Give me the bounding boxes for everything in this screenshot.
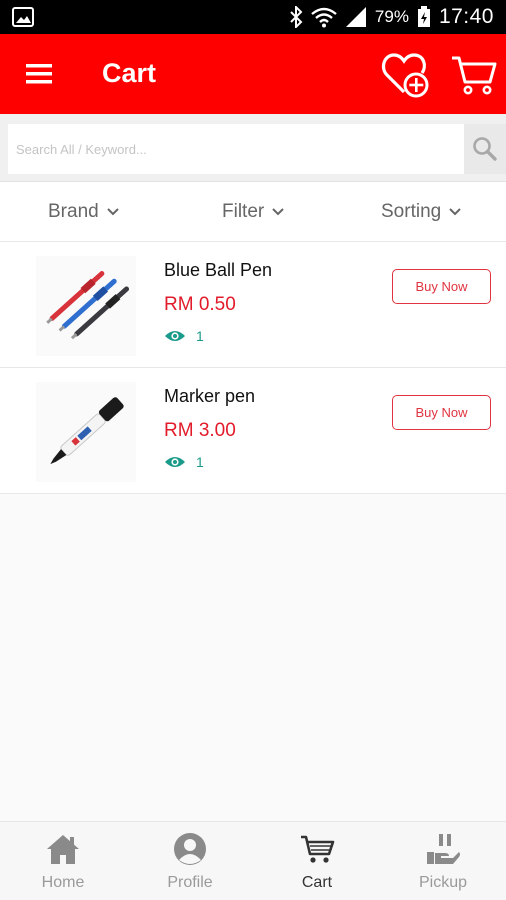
- home-icon: [47, 835, 79, 864]
- menu-icon: [26, 64, 52, 84]
- bottom-navigation: Home Profile Cart Pickup: [0, 821, 506, 900]
- image-notification-icon: [12, 7, 34, 27]
- view-count: 1: [196, 454, 204, 470]
- search-bar: [0, 114, 506, 182]
- nav-cart-label: Cart: [301, 874, 333, 891]
- status-time: 17:40: [438, 5, 494, 28]
- marker-pen-image[interactable]: [36, 382, 136, 482]
- sorting-dropdown[interactable]: Sorting: [381, 182, 461, 242]
- product-price: RM 3.00: [164, 420, 236, 441]
- nav-pickup-label: Pickup: [418, 874, 468, 891]
- product-views: 1: [164, 328, 204, 344]
- brand-dropdown[interactable]: Brand: [48, 182, 119, 242]
- status-bar: 79% 17:40: [0, 0, 506, 34]
- search-input[interactable]: [8, 124, 464, 174]
- signal-icon: [345, 7, 366, 27]
- sorting-label: Sorting: [381, 201, 442, 222]
- wishlist-add-icon: [381, 53, 429, 98]
- product-views: 1: [164, 454, 204, 470]
- product-item[interactable]: Blue Ball Pen RM 0.50 1 Buy Now: [0, 242, 506, 368]
- nav-profile[interactable]: Profile: [127, 822, 253, 900]
- nav-pickup[interactable]: Pickup: [380, 822, 506, 900]
- search-button[interactable]: [464, 124, 506, 174]
- product-price: RM 0.50: [164, 294, 236, 315]
- app-bar: Cart: [0, 34, 506, 114]
- cart-icon: [301, 835, 335, 863]
- brand-label: Brand: [48, 201, 99, 222]
- nav-home[interactable]: Home: [0, 822, 126, 900]
- battery-icon: [417, 6, 430, 27]
- chevron-down-icon: [272, 208, 284, 216]
- filter-bar: Brand Filter Sorting: [0, 182, 506, 242]
- pickup-icon: [427, 834, 460, 864]
- nav-profile-label: Profile: [167, 874, 213, 891]
- buy-now-button[interactable]: Buy Now: [392, 269, 491, 304]
- nav-cart[interactable]: Cart: [254, 822, 380, 900]
- product-name: Blue Ball Pen: [164, 260, 273, 280]
- buy-now-button[interactable]: Buy Now: [392, 395, 491, 430]
- view-count: 1: [196, 328, 204, 344]
- cart-icon: [452, 56, 497, 95]
- wishlist-add-button[interactable]: [380, 48, 432, 100]
- battery-percent: 79%: [374, 7, 409, 26]
- menu-button[interactable]: [24, 60, 56, 88]
- chevron-down-icon: [106, 208, 119, 216]
- profile-icon: [174, 833, 206, 865]
- wifi-icon: [311, 7, 337, 28]
- bluetooth-icon: [290, 6, 303, 28]
- eye-icon: [165, 457, 185, 467]
- eye-icon: [165, 331, 185, 341]
- ball-pens-image[interactable]: [36, 256, 136, 356]
- page-title: Cart: [102, 58, 157, 88]
- chevron-down-icon: [449, 208, 461, 216]
- search-icon: [473, 137, 497, 161]
- filter-dropdown[interactable]: Filter: [222, 182, 284, 242]
- cart-button[interactable]: [450, 50, 498, 98]
- nav-home-label: Home: [41, 874, 85, 891]
- product-name: Marker pen: [164, 386, 256, 406]
- product-item[interactable]: Marker pen RM 3.00 1 Buy Now: [0, 368, 506, 494]
- filter-label: Filter: [222, 201, 265, 222]
